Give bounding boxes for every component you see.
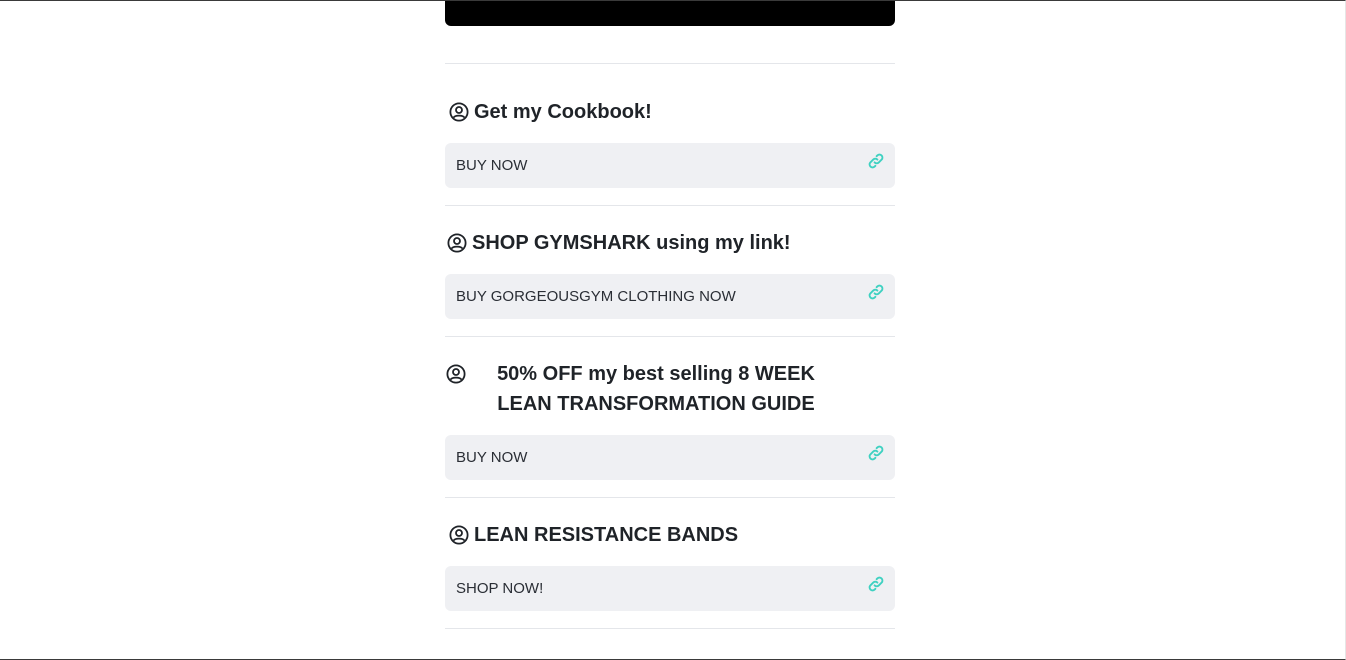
user-circle-icon xyxy=(449,520,469,550)
video-embed[interactable] xyxy=(445,1,895,26)
group-title-text: LEAN RESISTANCE BANDS xyxy=(474,524,739,546)
user-circle-icon xyxy=(446,359,466,389)
link-group-transformation-guide: 50% OFF my best selling 8 WEEK LEAN TRAN… xyxy=(445,337,895,497)
link-icon xyxy=(867,283,885,301)
group-title: Get my Cookbook! xyxy=(445,97,895,127)
link-list: Get my Cookbook! BUY NOW SHOP GYMSHARK u… xyxy=(445,63,895,629)
user-circle-icon xyxy=(449,97,469,127)
buy-now-button[interactable]: BUY NOW xyxy=(445,143,895,188)
link-button-label: BUY GORGEOUSGYM CLOTHING NOW xyxy=(456,288,736,305)
group-title-text: 50% OFF my best selling 8 WEEK LEAN TRAN… xyxy=(497,363,815,415)
link-icon xyxy=(867,444,885,462)
divider xyxy=(445,628,895,629)
group-title: SHOP GYMSHARK using my link! xyxy=(445,228,895,258)
group-title-text: SHOP GYMSHARK using my link! xyxy=(472,232,791,254)
group-title: 50% OFF my best selling 8 WEEK LEAN TRAN… xyxy=(445,359,895,419)
buy-clothing-button[interactable]: BUY GORGEOUSGYM CLOTHING NOW xyxy=(445,274,895,319)
shop-now-button[interactable]: SHOP NOW! xyxy=(445,566,895,611)
link-group-gymshark: SHOP GYMSHARK using my link! BUY GORGEOU… xyxy=(445,206,895,336)
buy-guide-button[interactable]: BUY NOW xyxy=(445,435,895,480)
page: Get my Cookbook! BUY NOW SHOP GYMSHARK u… xyxy=(0,0,1346,660)
group-title-text: Get my Cookbook! xyxy=(474,101,652,123)
link-button-label: SHOP NOW! xyxy=(456,580,544,597)
link-icon xyxy=(867,152,885,170)
user-circle-icon xyxy=(447,228,467,258)
link-icon xyxy=(867,575,885,593)
link-button-label: BUY NOW xyxy=(456,157,528,174)
group-title: LEAN RESISTANCE BANDS xyxy=(445,520,895,550)
link-group-resistance-bands: LEAN RESISTANCE BANDS SHOP NOW! xyxy=(445,498,895,628)
link-button-label: BUY NOW xyxy=(456,449,528,466)
link-group-cookbook: Get my Cookbook! BUY NOW xyxy=(445,64,895,205)
